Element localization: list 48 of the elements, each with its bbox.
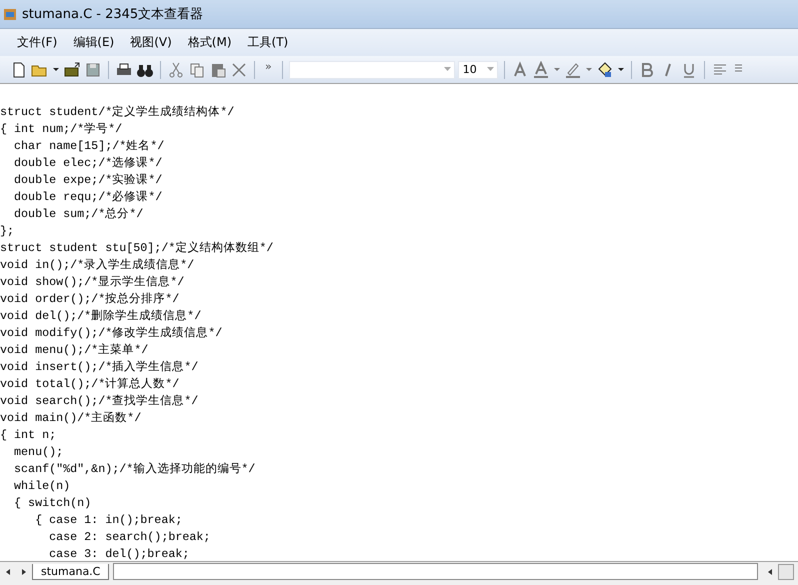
- menu-item[interactable]: 视图(V): [123, 31, 179, 54]
- copy-icon[interactable]: [188, 60, 206, 78]
- menu-item[interactable]: 格式(M): [180, 31, 239, 54]
- save-icon[interactable]: [84, 60, 102, 78]
- code-line: void total();/*计算总人数*/: [0, 376, 180, 393]
- code-line: void order();/*按总分排序*/: [0, 291, 180, 308]
- code-line: void search();/*查找学生信息*/: [0, 393, 200, 410]
- code-line: };: [0, 223, 16, 240]
- code-line: { switch(n): [13, 495, 92, 512]
- code-line: menu();: [13, 444, 64, 461]
- code-line: struct student/*定义学生成绩结构体*/: [0, 104, 236, 121]
- app-icon: [3, 7, 17, 21]
- code-line: double expe;/*实验课*/: [13, 172, 164, 189]
- code-line: case 3: del();break;: [48, 546, 190, 561]
- code-line: struct student stu[50];/*定义结构体数组*/: [0, 240, 274, 257]
- code-line: double requ;/*必修课*/: [13, 189, 164, 206]
- code-line: { int n;: [0, 427, 58, 444]
- code-line: char name[15];/*姓名*/: [13, 138, 166, 155]
- code-line: double elec;/*选修课*/: [13, 155, 164, 172]
- code-line: void show();/*显示学生信息*/: [0, 274, 186, 291]
- menu-item[interactable]: 文件(F): [10, 31, 64, 54]
- code-line: case 2: search();break;: [48, 529, 212, 546]
- code-line: void menu();/*主菜单*/: [0, 342, 150, 359]
- code-line: void main()/*主函数*/: [0, 410, 142, 427]
- horizontal-scrollbar[interactable]: [113, 563, 758, 580]
- more-tools-button[interactable]: »: [261, 60, 276, 73]
- file-tab[interactable]: stumana.C: [32, 564, 110, 580]
- code-line: { int num;/*学号*/: [0, 121, 124, 138]
- code-line: void del();/*删除学生成绩信息*/: [0, 308, 202, 325]
- menu-item[interactable]: 编辑(E): [66, 31, 122, 54]
- x-icon[interactable]: [230, 60, 248, 78]
- code-line: while(n): [13, 478, 72, 495]
- menu-item[interactable]: 工具(T): [240, 31, 296, 54]
- code-line: double sum;/*总分*/: [13, 206, 144, 223]
- code-line: void in();/*录入学生成绩信息*/: [0, 257, 196, 274]
- folder-arrow-icon[interactable]: [63, 60, 81, 78]
- scissors-icon[interactable]: [167, 60, 185, 78]
- paint-bucket-icon[interactable]: [596, 60, 614, 78]
- code-line: void insert();/*插入学生信息*/: [0, 359, 200, 376]
- font-color-icon[interactable]: [532, 60, 550, 78]
- font-name-field[interactable]: [288, 60, 455, 78]
- code-line: void modify();/*修改学生成绩信息*/: [0, 325, 224, 342]
- highlighter-icon[interactable]: [564, 60, 582, 78]
- code-line: { case 1: in();break;: [34, 512, 184, 529]
- window-title: stumana.C - 2345文本查看器: [22, 6, 204, 23]
- font-size-field[interactable]: 10: [458, 60, 498, 78]
- code-line: scanf("%d",&n);/*输入选择功能的编号*/: [13, 461, 256, 478]
- scroll-thumb[interactable]: [778, 564, 794, 580]
